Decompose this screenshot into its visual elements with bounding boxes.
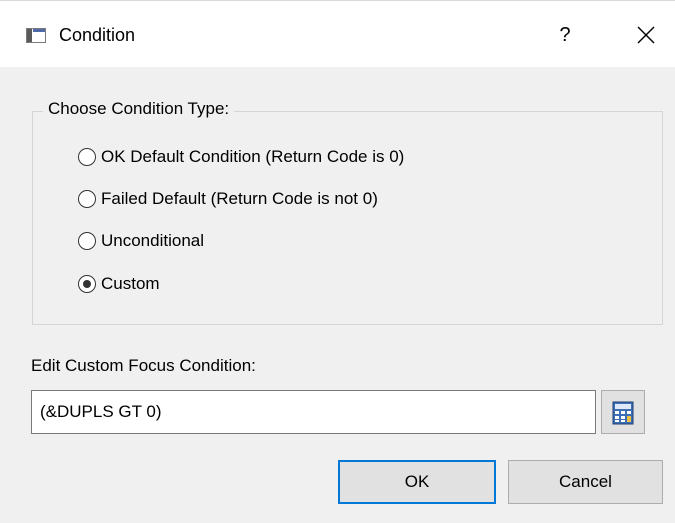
condition-dialog: Condition ? Choose Condition Type: OK De… <box>0 0 675 523</box>
radio-custom[interactable]: Custom <box>78 272 160 296</box>
condition-type-legend: Choose Condition Type: <box>43 98 235 120</box>
window-title: Condition <box>59 25 136 45</box>
radio-button[interactable] <box>78 232 96 250</box>
ok-button[interactable]: OK <box>338 460 496 504</box>
help-button[interactable]: ? <box>548 18 582 52</box>
radio-selected-dot <box>82 279 91 288</box>
radio-ok-default[interactable]: OK Default Condition (Return Code is 0) <box>78 145 404 169</box>
custom-condition-label: Edit Custom Focus Condition: <box>31 356 256 375</box>
radio-button-selected[interactable] <box>78 275 96 293</box>
title-bar[interactable]: Condition ? <box>0 0 675 67</box>
radio-label: OK Default Condition (Return Code is 0) <box>101 147 405 166</box>
radio-label: Custom <box>101 274 160 293</box>
calculator-button[interactable] <box>601 390 645 434</box>
radio-unconditional[interactable]: Unconditional <box>78 229 204 253</box>
radio-button[interactable] <box>78 148 96 166</box>
radio-label: Failed Default (Return Code is not 0) <box>101 189 378 208</box>
radio-label: Unconditional <box>101 231 205 250</box>
close-button[interactable] <box>628 18 668 52</box>
radio-button[interactable] <box>78 190 96 208</box>
window-icon <box>26 28 46 43</box>
cancel-button[interactable]: Cancel <box>508 460 663 504</box>
calculator-icon <box>612 401 634 425</box>
radio-failed-default[interactable]: Failed Default (Return Code is not 0) <box>78 187 378 211</box>
custom-condition-input[interactable] <box>31 390 596 434</box>
close-icon <box>637 26 655 44</box>
